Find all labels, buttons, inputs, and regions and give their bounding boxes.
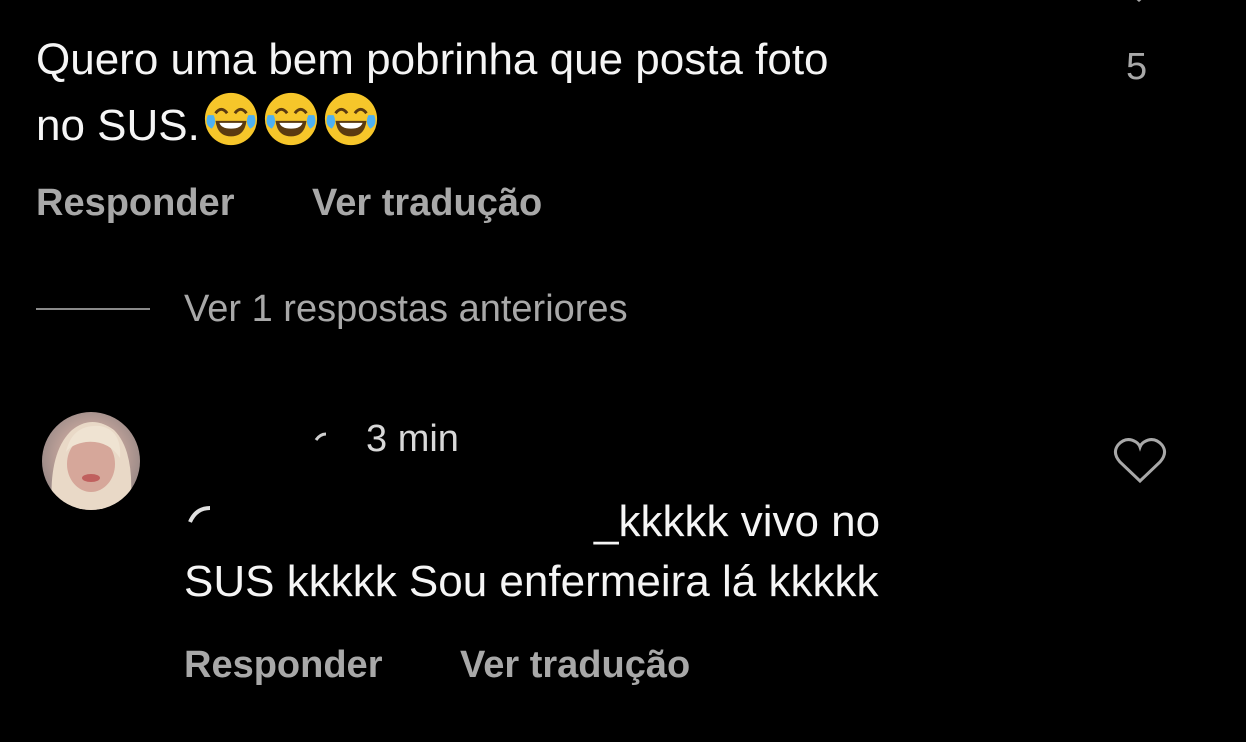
reply-text-line2: SUS kkkkk Sou enfermeira lá kkkkk <box>184 557 879 606</box>
reply-text-line1-visible: _kkkkk vivo no <box>594 497 881 546</box>
reply-button[interactable]: Responder <box>184 644 382 687</box>
heart-icon[interactable] <box>1112 436 1168 486</box>
reply-text-line1: _kkkkk vivo no <box>184 492 1084 552</box>
like-count: 5 <box>1126 46 1148 88</box>
reply: 3 min _kkkkk vivo no SUS kkkkk Sou enfer… <box>0 400 1246 742</box>
comment-text-line2-wrap: no SUS. <box>36 90 1076 156</box>
redaction-mark-icon <box>188 506 211 523</box>
comment: 5 Quero uma bem pobrinha que posta foto … <box>0 0 1246 260</box>
reply-timestamp: 3 min <box>366 418 459 460</box>
laughing-emoji-icon <box>204 92 257 146</box>
avatar-photo-icon <box>51 422 132 510</box>
redaction-mark-icon <box>314 432 327 441</box>
see-translation-button[interactable]: Ver tradução <box>460 644 690 687</box>
see-translation-button[interactable]: Ver tradução <box>312 182 542 225</box>
laughing-emoji-icon <box>324 92 377 146</box>
username-redacted[interactable] <box>184 418 344 458</box>
view-previous-replies-button[interactable]: Ver 1 respostas anteriores <box>184 288 628 331</box>
reply-button[interactable]: Responder <box>36 182 234 225</box>
comment-text-line1: Quero uma bem pobrinha que posta foto <box>36 35 829 84</box>
heart-icon[interactable] <box>1112 0 1166 22</box>
comment-text: Quero uma bem pobrinha que posta foto no… <box>36 30 1076 156</box>
reply-text: _kkkkk vivo no SUS kkkkk Sou enfermeira … <box>184 492 1084 612</box>
laughing-emoji-icon <box>264 92 317 146</box>
comment-text-line2: no SUS. <box>36 101 200 150</box>
replies-divider <box>36 308 150 310</box>
avatar[interactable] <box>42 412 140 510</box>
